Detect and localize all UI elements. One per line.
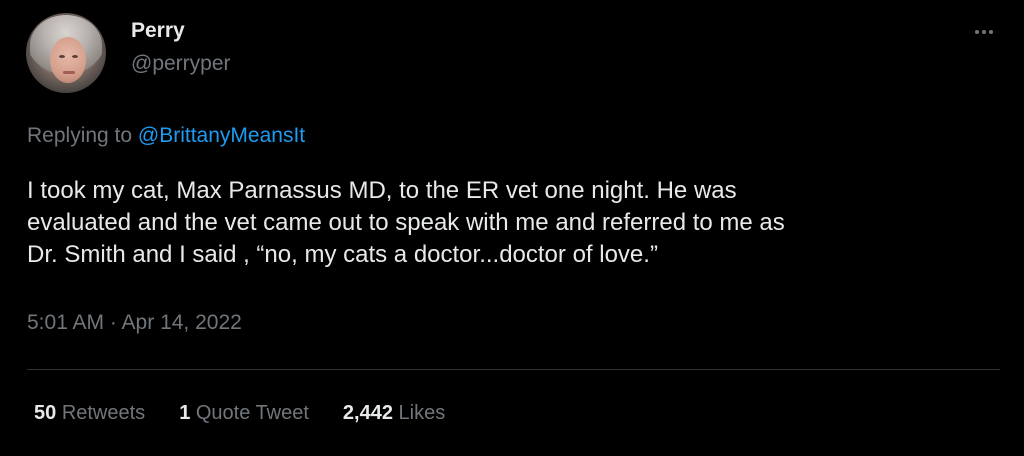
divider (27, 369, 1000, 370)
retweets-stat-link[interactable]: 50 Retweets (34, 402, 145, 425)
likes-label: Likes (398, 402, 446, 424)
retweets-count: 50 (34, 402, 57, 424)
replying-to-mention-link[interactable]: @BrittanyMeansIt (138, 124, 305, 147)
retweets-label: Retweets (61, 402, 146, 424)
avatar-eye-right (72, 55, 78, 58)
avatar-face (50, 37, 86, 83)
tweet-stats: 50 Retweets 1 Quote Tweet 2,442 Likes (34, 402, 479, 425)
tweet-text-line: evaluated and the vet came out to speak … (27, 209, 785, 236)
quote-tweets-count: 1 (179, 402, 191, 424)
avatar[interactable] (26, 13, 106, 93)
author-display-name[interactable]: Perry (131, 19, 185, 43)
likes-count: 2,442 (342, 402, 393, 424)
author-handle[interactable]: @perryper (131, 52, 231, 76)
more-horizontal-icon-dot (982, 30, 986, 34)
replying-to-prefix: Replying to (27, 124, 138, 147)
tweet: Perry @perryper Replying to @BrittanyMea… (0, 0, 1024, 456)
likes-stat-link[interactable]: 2,442 Likes (343, 402, 445, 425)
avatar-eye-left (59, 55, 65, 58)
tweet-text: I took my cat, Max Parnassus MD, to the … (27, 175, 987, 271)
more-options-button[interactable] (966, 20, 1002, 44)
avatar-mouth (63, 71, 75, 74)
tweet-text-line: I took my cat, Max Parnassus MD, to the … (27, 177, 737, 204)
quote-tweets-stat-link[interactable]: 1 Quote Tweet (179, 402, 309, 425)
more-horizontal-icon-dot (989, 30, 993, 34)
more-horizontal-icon (975, 30, 979, 34)
tweet-text-line: Dr. Smith and I said , “no, my cats a do… (27, 241, 658, 268)
tweet-timestamp[interactable]: 5:01 AM · Apr 14, 2022 (27, 311, 242, 335)
quote-tweets-label: Quote Tweet (195, 402, 309, 424)
replying-to: Replying to @BrittanyMeansIt (27, 124, 305, 148)
